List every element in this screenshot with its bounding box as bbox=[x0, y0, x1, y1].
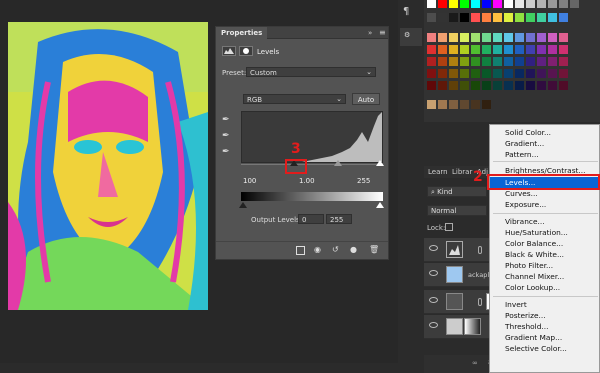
menu-separator bbox=[493, 213, 598, 214]
annotation-step3: 3 bbox=[291, 141, 301, 157]
filter-kind-label: Kind bbox=[437, 188, 453, 196]
portrait-artwork bbox=[8, 22, 208, 310]
tab-properties[interactable]: Properties bbox=[216, 27, 268, 39]
annotation-step3-box bbox=[285, 159, 307, 174]
reset-icon[interactable]: ↺ bbox=[332, 245, 339, 254]
tab-libraries[interactable]: Librar bbox=[452, 168, 472, 176]
menu-item-selective-color[interactable]: Selective Color... bbox=[490, 343, 600, 354]
menu-item-solid-color[interactable]: Solid Color... bbox=[490, 127, 600, 138]
visibility-icon[interactable] bbox=[429, 245, 438, 251]
menu-item-black-white[interactable]: Black & White... bbox=[490, 249, 600, 260]
menu-item-gradient[interactable]: Gradient... bbox=[490, 138, 600, 149]
lock-transparent-icon[interactable] bbox=[445, 223, 453, 231]
output-black-slider[interactable] bbox=[239, 202, 247, 208]
visibility-icon[interactable]: ● bbox=[350, 245, 357, 254]
histogram-graph bbox=[242, 112, 382, 162]
annotation-step2-box bbox=[487, 174, 600, 190]
preset-label: Preset: bbox=[222, 69, 247, 77]
output-levels-label: Output Levels: bbox=[251, 216, 303, 224]
black-eyedropper-icon[interactable]: ✒ bbox=[222, 115, 230, 125]
adjustment-layer-menu: Solid Color... Gradient... Pattern... Br… bbox=[489, 124, 600, 373]
channel-value: RGB bbox=[247, 96, 263, 104]
menu-item-channel-mixer[interactable]: Channel Mixer... bbox=[490, 271, 600, 282]
menu-separator bbox=[493, 161, 598, 162]
input-white-value[interactable]: 255 bbox=[357, 177, 370, 185]
menu-item-color-lookup[interactable]: Color Lookup... bbox=[490, 282, 600, 293]
swatches-panel bbox=[424, 0, 600, 122]
menu-item-threshold[interactable]: Threshold... bbox=[490, 321, 600, 332]
chevron-down-icon: ⌄ bbox=[366, 68, 372, 76]
input-white-slider[interactable] bbox=[376, 160, 384, 166]
levels-adjustment-icon bbox=[222, 46, 236, 56]
panel-menu-icon[interactable]: ≡ bbox=[379, 28, 386, 37]
menu-separator bbox=[493, 296, 598, 297]
view-previous-icon[interactable]: ◉ bbox=[314, 245, 321, 254]
auto-button[interactable]: Auto bbox=[352, 93, 380, 105]
menu-item-photo-filter[interactable]: Photo Filter... bbox=[490, 260, 600, 271]
layer-filter-dropdown[interactable]: ⌕ Kind bbox=[427, 186, 487, 197]
lock-label: Lock: bbox=[427, 224, 446, 232]
artwork-image[interactable] bbox=[8, 22, 208, 310]
levels-title: Levels bbox=[257, 48, 280, 56]
link-icon[interactable]: ∞ bbox=[472, 359, 478, 367]
menu-item-invert[interactable]: Invert bbox=[490, 299, 600, 310]
clip-to-layer-icon[interactable] bbox=[296, 246, 305, 255]
gray-eyedropper-icon[interactable]: ✒ bbox=[222, 131, 230, 141]
annotation-step2: 2 bbox=[473, 169, 483, 185]
menu-item-vibrance[interactable]: Vibrance... bbox=[490, 216, 600, 227]
blend-mode-dropdown[interactable]: Normal bbox=[427, 205, 487, 216]
layer-mask-icon[interactable] bbox=[239, 46, 253, 56]
output-gradient-bar bbox=[241, 192, 383, 201]
link-icon[interactable] bbox=[478, 298, 482, 306]
trash-icon[interactable]: 🗑 bbox=[369, 245, 379, 254]
properties-footer: ◉ ↺ ● 🗑 bbox=[216, 241, 388, 259]
tab-learn[interactable]: Learn bbox=[428, 168, 448, 176]
visibility-icon[interactable] bbox=[429, 297, 438, 303]
channel-dropdown[interactable]: RGB ⌄ bbox=[243, 94, 346, 104]
input-gamma-value[interactable]: 1.00 bbox=[299, 177, 315, 185]
gradient-thumbnail bbox=[464, 318, 481, 335]
paragraph-icon[interactable]: ¶ bbox=[403, 6, 409, 17]
panel-collapse-icon[interactable]: » bbox=[368, 29, 372, 37]
output-black-field[interactable]: 0 bbox=[298, 214, 324, 224]
preset-value: Custom bbox=[250, 69, 277, 77]
output-white-field[interactable]: 255 bbox=[326, 214, 352, 224]
menu-item-gradient-map[interactable]: Gradient Map... bbox=[490, 332, 600, 343]
menu-item-posterize[interactable]: Posterize... bbox=[490, 310, 600, 321]
visibility-icon[interactable] bbox=[429, 270, 438, 276]
adjustment-thumbnail bbox=[446, 241, 463, 258]
input-slider-track bbox=[241, 164, 383, 165]
visibility-icon[interactable] bbox=[429, 322, 438, 328]
link-icon[interactable] bbox=[478, 246, 482, 254]
menu-item-color-balance[interactable]: Color Balance... bbox=[490, 238, 600, 249]
menu-item-hue-saturation[interactable]: Hue/Saturation... bbox=[490, 227, 600, 238]
menu-item-pattern[interactable]: Pattern... bbox=[490, 149, 600, 160]
white-eyedropper-icon[interactable]: ✒ bbox=[222, 147, 230, 157]
menu-item-exposure[interactable]: Exposure... bbox=[490, 199, 600, 210]
input-gray-slider[interactable] bbox=[334, 160, 342, 166]
properties-panel: Properties » ≡ Levels Preset: Custom ⌄ R… bbox=[215, 26, 389, 260]
dock-button[interactable]: ⚙ bbox=[400, 28, 422, 46]
properties-dock-icon: ⚙ bbox=[404, 31, 411, 39]
layer-thumbnail bbox=[446, 318, 463, 335]
output-white-slider[interactable] bbox=[376, 202, 384, 208]
layer-thumbnail bbox=[446, 293, 463, 310]
swatches-grid[interactable] bbox=[424, 0, 600, 122]
input-black-value[interactable]: 100 bbox=[243, 177, 256, 185]
layer-thumbnail bbox=[446, 266, 463, 283]
properties-tabbar: Properties » ≡ bbox=[216, 27, 388, 39]
preset-dropdown[interactable]: Custom ⌄ bbox=[246, 67, 376, 77]
chevron-down-icon: ⌄ bbox=[336, 95, 342, 103]
histogram bbox=[241, 111, 383, 163]
blend-mode-value: Normal bbox=[431, 207, 457, 215]
